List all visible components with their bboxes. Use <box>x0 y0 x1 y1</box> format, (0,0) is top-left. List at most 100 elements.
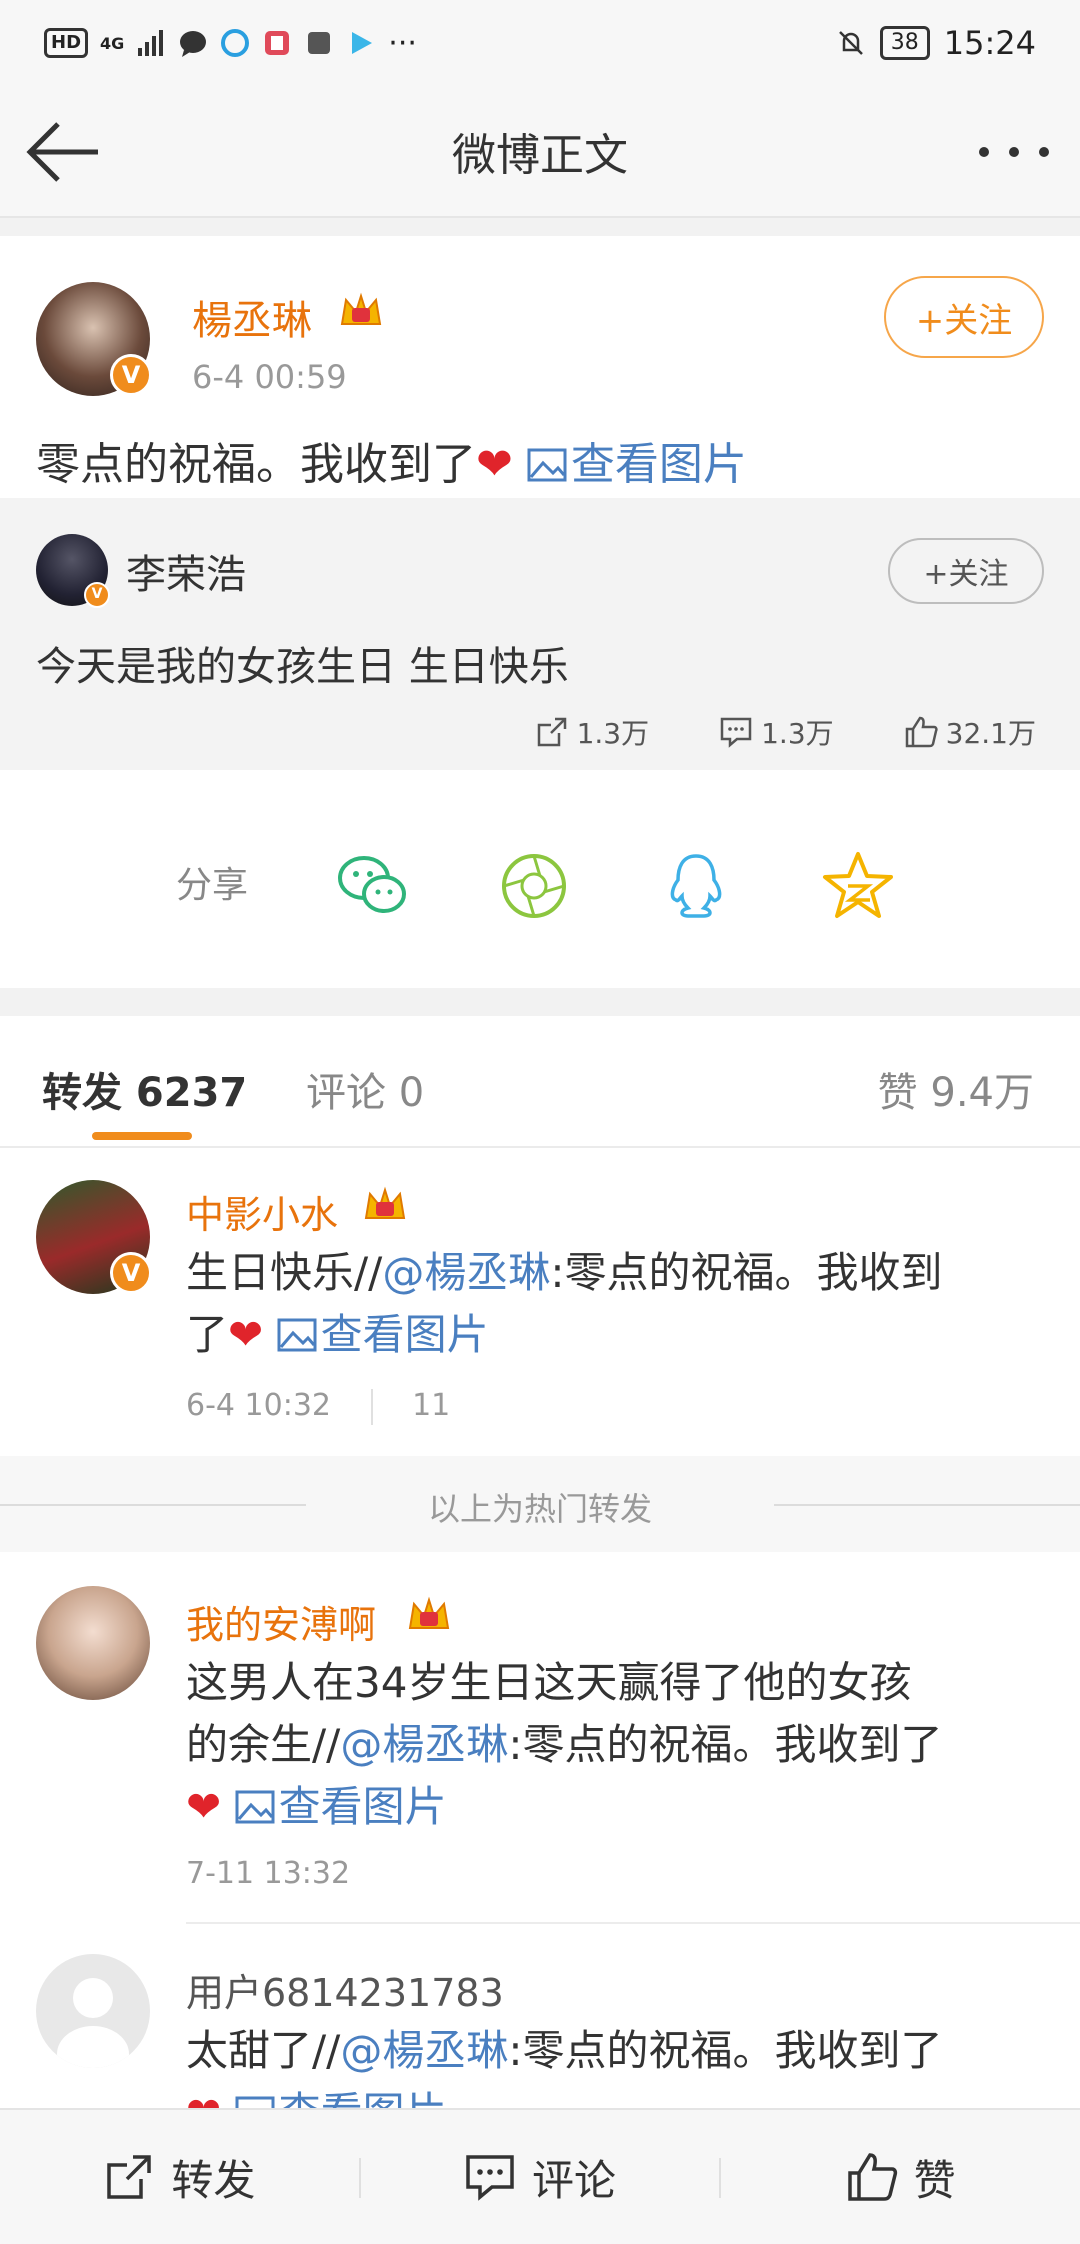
vip-crown-icon <box>340 292 382 325</box>
repost-time: 6-4 10:32 <box>186 1388 331 1423</box>
status-bar: HD 4G ··· 38 15:24 <box>0 0 1080 86</box>
picture-icon <box>527 448 567 482</box>
thumbs-up-icon <box>905 716 938 748</box>
browser-icon <box>221 29 250 57</box>
repost-text: 太甜了//@楊丞琳:零点的祝福。我收到了 ❤ 查看图片 <box>186 2020 1046 2108</box>
signal-icon <box>138 30 164 56</box>
user-name[interactable]: 用户6814231783 <box>186 1962 504 2017</box>
user-name[interactable]: 我的安溥啊 <box>186 1594 376 1649</box>
author-name[interactable]: 楊丞琳 <box>192 288 312 346</box>
more-options-icon[interactable] <box>974 126 1054 178</box>
repost-time: 7-11 13:32 <box>186 1856 351 1891</box>
share-row: 分享 <box>0 810 1080 948</box>
original-verified-badge: V <box>84 582 110 608</box>
network-label: 4G <box>100 33 125 53</box>
user-avatar-placeholder[interactable] <box>36 1954 150 2068</box>
post-body: 零点的祝福。我收到了 <box>36 439 476 490</box>
tab-like[interactable]: 赞 9.4万 <box>878 1060 1034 1118</box>
mute-bell-icon <box>838 31 863 55</box>
hd-badge: HD <box>44 28 89 58</box>
vip-crown-icon <box>408 1596 450 1629</box>
view-picture-link[interactable]: 查看图片 <box>235 2088 447 2108</box>
original-author-name[interactable]: 李荣浩 <box>126 542 246 600</box>
original-like-count[interactable]: 32.1万 <box>904 712 1036 752</box>
status-right: 38 15:24 <box>836 24 1036 62</box>
more-notifications-icon: ··· <box>388 25 417 61</box>
back-arrow-icon[interactable] <box>24 116 104 188</box>
repost-label: 转发 <box>171 2155 256 2205</box>
view-picture-link[interactable]: 查看图片 <box>527 439 747 490</box>
comment-button[interactable]: 评论 <box>361 2110 720 2244</box>
thumbs-up-icon <box>847 2153 897 2201</box>
comment-label: 评论 <box>532 2155 617 2205</box>
post-time: 6-4 00:59 <box>192 358 347 396</box>
post-text: 零点的祝福。我收到了❤ 查看图片 <box>36 428 747 492</box>
tab-repost[interactable]: 转发 6237 <box>42 1060 247 1118</box>
verified-badge: V <box>110 1252 152 1294</box>
original-comment-count[interactable]: 1.3万 <box>719 712 834 752</box>
hot-reposts-divider: 以上为热门转发 <box>0 1456 1080 1552</box>
view-picture-link[interactable]: 查看图片 <box>235 1782 447 1831</box>
repost-meta: 7-11 13:32 <box>186 1856 350 1891</box>
original-post[interactable]: V 李荣浩 +关注 今天是我的女孩生日 生日快乐 1.3万 1.3万 32.1万 <box>0 498 1080 770</box>
qq-icon[interactable] <box>658 850 734 922</box>
message-icon <box>180 31 207 57</box>
vip-crown-icon <box>364 1186 406 1219</box>
original-text: 今天是我的女孩生日 生日快乐 <box>36 644 569 690</box>
share-label: 分享 <box>176 865 249 906</box>
view-picture-label: 查看图片 <box>570 439 747 490</box>
repost-comment-tabs: 转发 6237 评论 0 赞 9.4万 <box>0 1016 1080 1148</box>
tab-comment[interactable]: 评论 0 <box>306 1060 424 1118</box>
video-app-icon <box>352 32 373 54</box>
view-picture-link[interactable]: 查看图片 <box>277 1310 489 1359</box>
like-button[interactable]: 赞 <box>721 2110 1080 2244</box>
repost-count-label: 1.3万 <box>576 717 650 750</box>
book-icon <box>265 31 290 55</box>
heart-icon: ❤ <box>186 1782 222 1831</box>
heart-icon: ❤ <box>228 1310 264 1359</box>
picture-icon <box>235 1790 275 1824</box>
bottom-action-bar: 转发 评论 赞 <box>0 2108 1080 2244</box>
battery-level: 38 <box>879 26 930 60</box>
comment-count-label: 1.3万 <box>761 717 834 750</box>
qzone-icon[interactable] <box>820 850 896 922</box>
status-icons: HD 4G ··· <box>44 26 417 61</box>
repost-meta: 6-4 10:32 11 <box>186 1388 450 1425</box>
like-label: 赞 <box>913 2155 956 2205</box>
original-stats: 1.3万 1.3万 32.1万 <box>465 712 1036 752</box>
original-repost-count[interactable]: 1.3万 <box>535 712 650 752</box>
repost-button[interactable]: 转发 <box>0 2110 359 2244</box>
verified-badge: V <box>110 354 152 396</box>
mention-link[interactable]: @楊丞琳 <box>382 1248 550 1297</box>
mention-link[interactable]: @楊丞琳 <box>340 2026 508 2075</box>
heart-icon: ❤ <box>186 2088 221 2108</box>
huawei-icon <box>308 32 331 54</box>
user-avatar[interactable] <box>36 1586 150 1700</box>
wechat-icon[interactable] <box>334 850 410 922</box>
picture-icon <box>235 2096 275 2108</box>
heart-icon: ❤ <box>476 439 513 490</box>
default-avatar-icon <box>57 1978 129 2068</box>
user-name[interactable]: 中影小水 <box>186 1184 338 1239</box>
original-follow-button[interactable]: +关注 <box>888 538 1044 604</box>
follow-button[interactable]: +关注 <box>884 276 1044 358</box>
moments-icon[interactable] <box>496 850 572 922</box>
repost-icon <box>107 2155 152 2199</box>
repost-text: 这男人在34岁生日这天赢得了他的女孩 的余生//@楊丞琳:零点的祝福。我收到了 … <box>186 1658 943 1831</box>
active-tab-indicator <box>92 1132 192 1140</box>
hot-reposts-label: 以上为热门转发 <box>427 1490 652 1528</box>
repost-count: 11 <box>412 1388 451 1423</box>
picture-icon <box>277 1318 317 1352</box>
clock: 15:24 <box>943 24 1036 62</box>
weibo-post: V 楊丞琳 6-4 00:59 +关注 零点的祝福。我收到了❤ 查看图片 V 李… <box>0 236 1080 988</box>
page-title: 微博正文 <box>452 130 628 181</box>
repost-text: 生日快乐//@楊丞琳:零点的祝福。我收到 了❤ 查看图片 <box>186 1248 943 1359</box>
comment-icon <box>720 717 752 748</box>
mention-link[interactable]: @楊丞琳 <box>340 1720 508 1769</box>
repost-icon <box>537 717 566 747</box>
nav-bar: 微博正文 <box>0 86 1080 218</box>
like-count-label: 32.1万 <box>945 717 1036 750</box>
divider <box>186 1922 1080 1924</box>
comment-icon <box>466 2155 514 2201</box>
repost-list: V 中影小水 生日快乐//@楊丞琳:零点的祝福。我收到 了❤ 查看图片 6-4 … <box>0 1148 1080 2108</box>
